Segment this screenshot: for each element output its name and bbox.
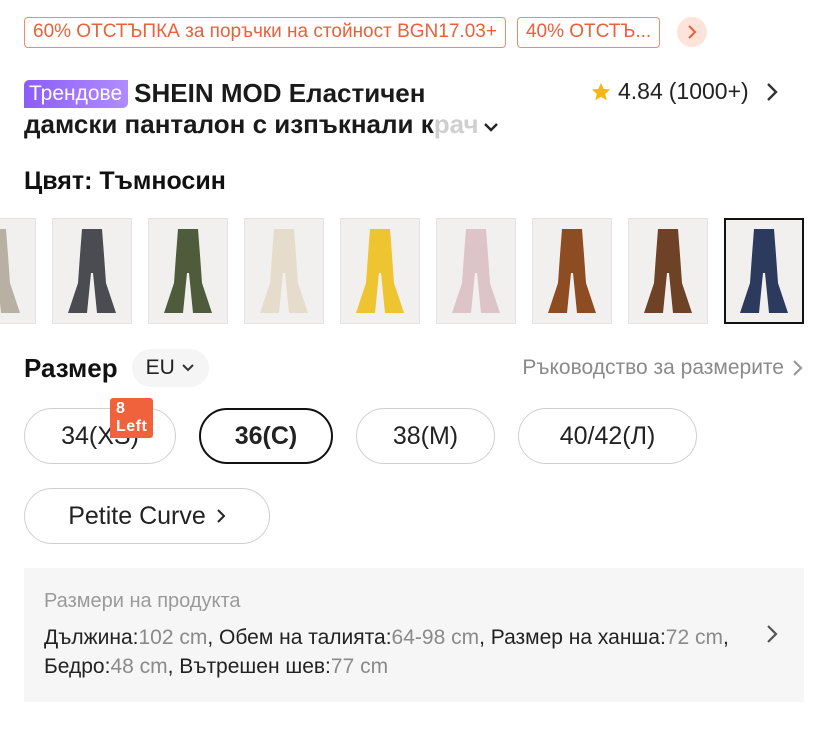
promo-tag-40[interactable]: 40% ОТСТЪ... [516, 16, 661, 48]
size-option-36[interactable]: 36(C) [199, 408, 333, 464]
measure-value: 77 cm [330, 655, 389, 678]
size-system-select[interactable]: EU [131, 349, 209, 387]
title-line-2-fade: рач [433, 109, 479, 139]
stock-left-badge: 8 Left [110, 398, 154, 438]
size-option-label: 36(C) [234, 421, 298, 450]
chevron-down-icon [182, 364, 194, 372]
pants-image [68, 229, 116, 313]
petite-curve-button[interactable]: Petite Curve [24, 488, 270, 544]
size-label: Размер [24, 352, 118, 383]
color-swatches [0, 218, 828, 324]
measure-value: 102 cm [138, 626, 208, 649]
promo-strip: 60% ОТСТЪПКА за поръчки на стойност BGN1… [24, 16, 708, 48]
petite-curve-label: Petite Curve [68, 501, 206, 530]
swatch-cream[interactable] [244, 218, 324, 324]
size-guide-link[interactable]: Ръководство за размерите [522, 356, 804, 380]
review-count: (1000+) [668, 78, 749, 104]
color-label: Цвят: Тъмносин [24, 167, 226, 195]
measure-key: , Вътрешен шев: [167, 655, 331, 678]
size-option-label: 40/42(Л) [559, 421, 656, 450]
title-line-1: SHEIN MOD Еластичен [134, 78, 426, 108]
swatch-rust[interactable] [532, 218, 612, 324]
chevron-right-icon [217, 509, 226, 523]
star-icon [591, 82, 611, 100]
measure-key: , Размер на ханша: [479, 626, 666, 649]
pants-image [452, 229, 500, 313]
swatch-navy[interactable] [724, 218, 804, 324]
swatch-charcoal[interactable] [52, 218, 132, 324]
expand-title-button[interactable] [483, 109, 499, 140]
promo-more-button[interactable] [677, 17, 708, 47]
pants-image [260, 229, 308, 313]
product-title: Трендове SHEIN MOD Еластичен дамски панта… [24, 78, 584, 140]
chevron-right-icon [767, 625, 778, 643]
measurements-title: Размери на продукта [44, 590, 241, 612]
rating-summary[interactable]: 4.84 (1000+) [590, 78, 779, 105]
measure-value: 72 cm [665, 626, 723, 649]
pants-image [740, 229, 788, 313]
measure-value: 64-98 cm [391, 626, 480, 649]
pants-image [644, 229, 692, 313]
chevron-right-icon [793, 360, 803, 376]
size-guide-label: Ръководство за размерите [522, 356, 784, 379]
measure-value: 48 cm [110, 655, 168, 678]
chevron-down-icon [483, 123, 498, 132]
pants-image [548, 229, 596, 313]
chevron-right-icon [688, 25, 697, 39]
size-system-value: EU [145, 356, 175, 379]
measure-key: , Обем на талията: [207, 626, 392, 649]
measurements-text: Дължина:102 cm, Обем на талията:64-98 cm… [44, 623, 734, 681]
pants-image [356, 229, 404, 313]
swatch-beige-grey[interactable] [0, 218, 36, 324]
swatch-yellow[interactable] [340, 218, 420, 324]
rating-value: 4.84 [618, 78, 663, 104]
swatch-olive[interactable] [148, 218, 228, 324]
size-option-38[interactable]: 38(M) [356, 408, 495, 464]
chevron-right-icon [766, 82, 778, 101]
size-header: Размер EU Ръководство за размерите [24, 348, 804, 388]
pants-image [164, 229, 212, 313]
size-option-label: 38(M) [392, 421, 459, 450]
product-measurements[interactable]: Размери на продукта Дължина:102 cm, Обем… [24, 568, 804, 702]
size-option-34[interactable]: 34(XS) [24, 408, 176, 464]
size-option-40-42[interactable]: 40/42(Л) [518, 408, 697, 464]
swatch-brown[interactable] [628, 218, 708, 324]
trend-badge: Трендове [24, 80, 129, 108]
title-line-2: дамски панталон с изпъкнали к [24, 109, 434, 139]
pants-image [0, 229, 20, 313]
measure-key: Дължина: [44, 626, 139, 649]
swatch-pink[interactable] [436, 218, 516, 324]
promo-tag-60[interactable]: 60% ОТСТЪПКА за поръчки на стойност BGN1… [24, 16, 506, 48]
